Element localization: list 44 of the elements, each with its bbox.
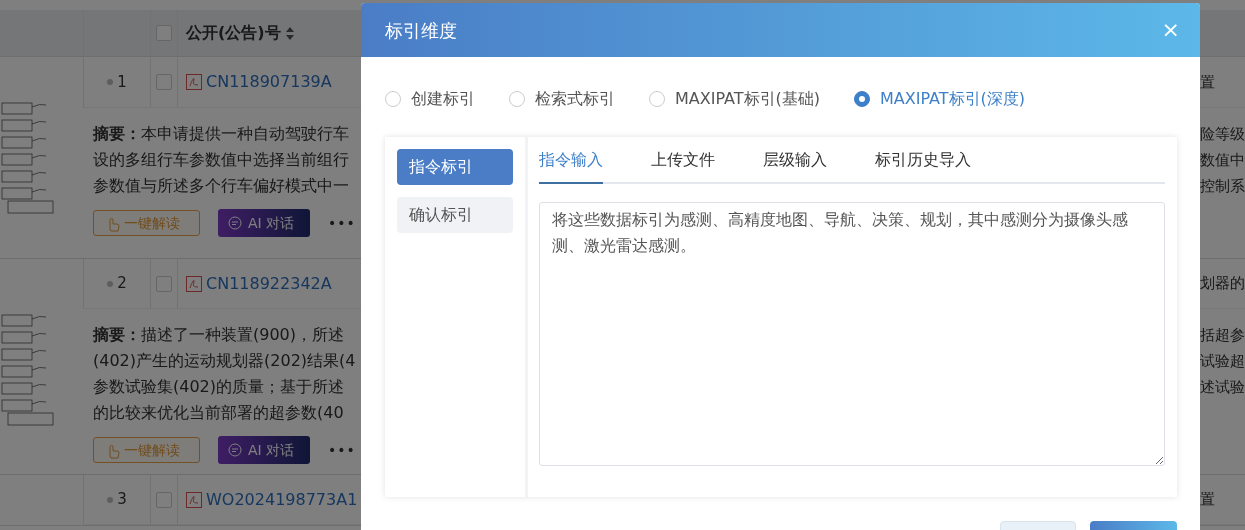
checkbox[interactable] [156, 275, 172, 292]
radio-option[interactable]: 创建标引 [385, 87, 475, 111]
radio-option[interactable]: MAXIPAT标引(深度) [854, 87, 1026, 111]
radio-option[interactable]: 检索式标引 [509, 87, 615, 111]
checkbox[interactable] [156, 74, 172, 90]
checkbox[interactable] [156, 25, 172, 41]
pdf-icon [186, 491, 202, 508]
step-tab[interactable]: 确认标引 [397, 197, 513, 233]
step-tab[interactable]: 指令标引 [397, 149, 513, 185]
radio-option[interactable]: MAXIPAT标引(基础) [649, 87, 820, 111]
publication-number-link[interactable]: CN118907139A [206, 70, 332, 94]
row-number: 3 [117, 489, 127, 511]
checkbox[interactable] [156, 491, 172, 508]
more-button[interactable]: ••• [328, 439, 356, 461]
row-number: 1 [117, 71, 127, 93]
pdf-icon [186, 74, 202, 90]
abstract-text: 摘要：本申请提供一种自动驾驶行车 设的多组行车参数值中选择当前组行 参数值与所述多个行车偏好模式中一 [93, 123, 349, 197]
row-text: 置 [1200, 490, 1215, 509]
dot-icon [107, 496, 114, 503]
more-button[interactable]: ••• [328, 212, 356, 234]
abstract-text: 险等级 数值中 控制系 [1200, 124, 1245, 197]
dialog-title: 标引维度 [385, 18, 457, 43]
tab[interactable]: 指令输入 [539, 148, 603, 184]
column-header: 公开(公告)号 [186, 22, 281, 44]
ai-chat-button[interactable]: AI 对话 [218, 436, 310, 464]
sort-icon [284, 25, 295, 41]
dot-icon [107, 280, 114, 287]
instruction-field[interactable]: 将这些数据标引为感测、高精度地图、导航、决策、规划，其中感测分为摄像头感测、激光雷达感测。 [539, 202, 1165, 466]
publication-number-link[interactable]: CN118922342A [206, 271, 332, 296]
pdf-icon [186, 275, 202, 292]
abstract-text: 括超参 试验超 述试验 [1200, 325, 1245, 398]
dot-icon [107, 79, 114, 85]
row-text: 划器的 [1200, 274, 1245, 293]
tab[interactable]: 标引历史导入 [875, 148, 971, 184]
row-number: 2 [117, 273, 127, 295]
chat-icon [228, 443, 242, 457]
publication-number-link[interactable]: WO2024198773A1 [206, 487, 358, 512]
chat-icon [228, 216, 242, 230]
close-button[interactable]: × [1161, 19, 1180, 41]
tab[interactable]: 上传文件 [651, 148, 715, 184]
ai-chat-button[interactable]: AI 对话 [218, 209, 310, 237]
row-text: 置 [1200, 72, 1215, 91]
abstract-text: 摘要：描述了一种装置(900)，所述 (402)产生的运动规划器(202)结果(4 参数试验集(402)的质量；基于所述 的比较来优化当前部署的超参数(40 [93, 324, 356, 424]
tab[interactable]: 层级输入 [763, 148, 827, 184]
